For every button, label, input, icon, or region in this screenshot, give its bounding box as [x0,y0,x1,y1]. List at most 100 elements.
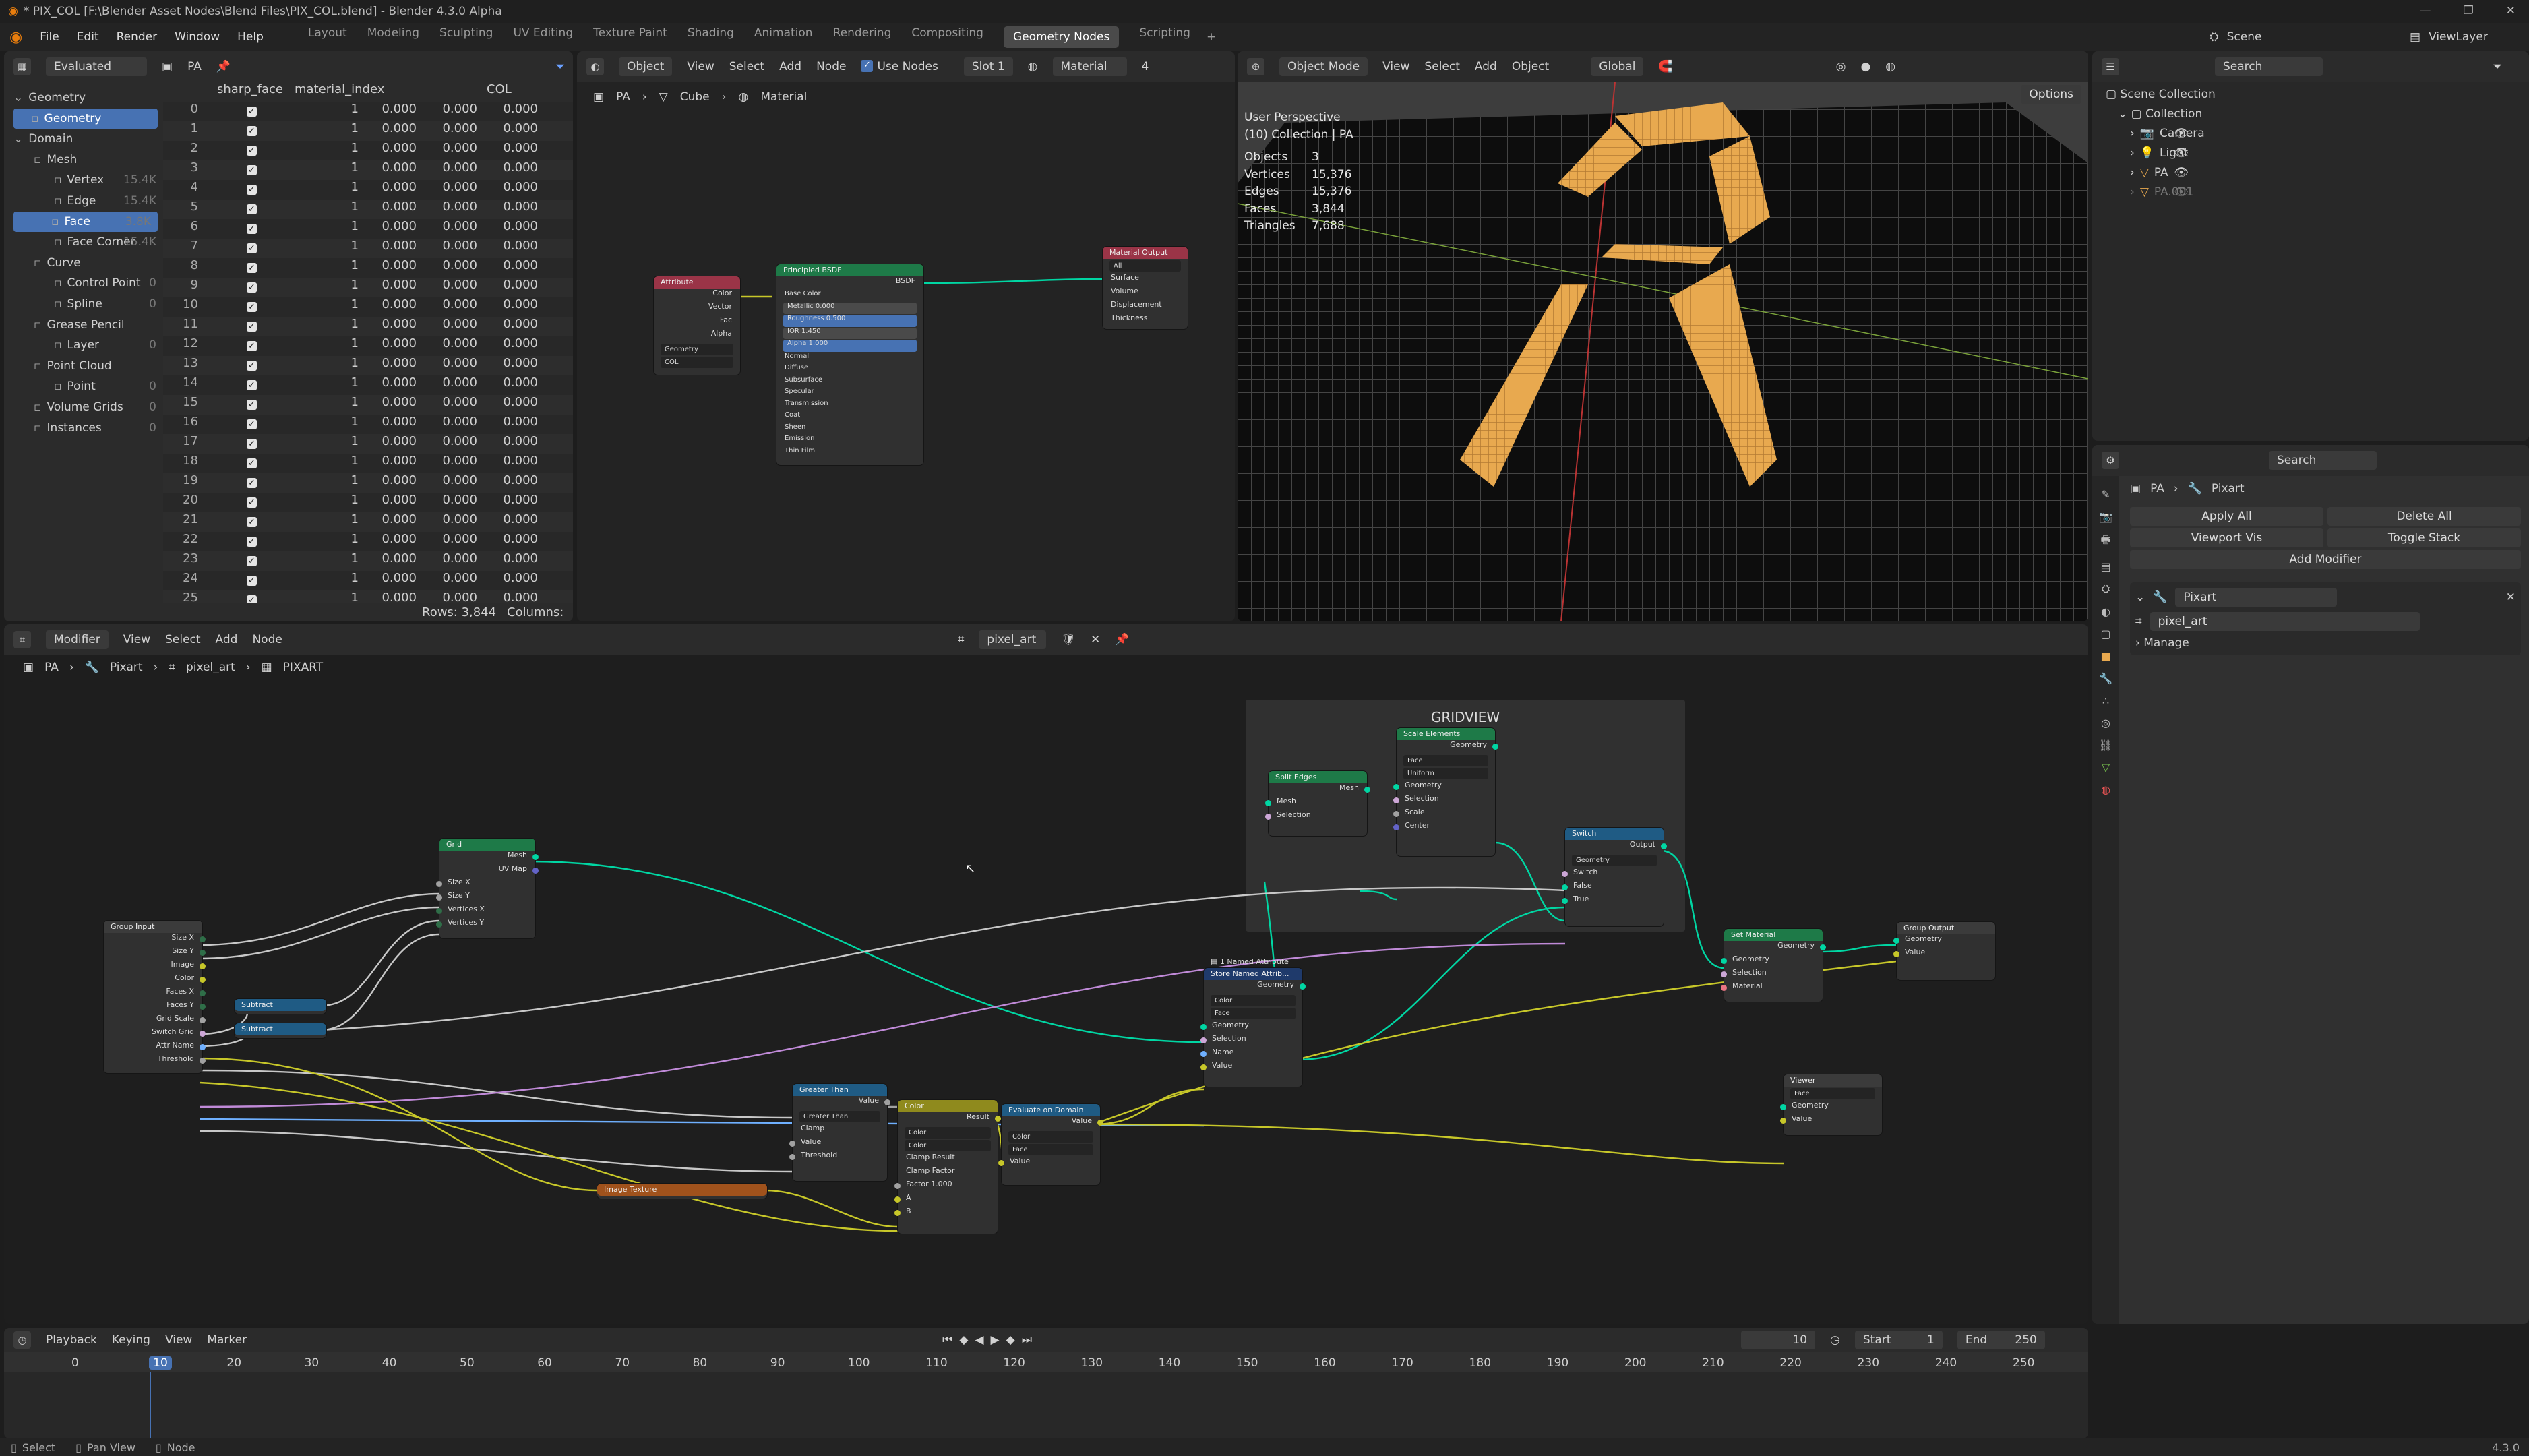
scene-tab-icon[interactable]: ⛭ [2102,582,2110,596]
bsdf-input[interactable]: Sheen [776,423,923,435]
socket-label[interactable]: Color [905,1127,991,1139]
socket-label[interactable]: Face [1211,1008,1296,1019]
socket-icon[interactable] [200,977,206,983]
table-row[interactable]: 22 ✓ 1 0.000 0.000 0.000 [163,532,573,551]
domain-tree-item[interactable]: ▫ Layer 0 [4,335,163,355]
filter-icon[interactable]: ⏷ [2493,60,2502,73]
socket-icon[interactable] [894,1210,901,1216]
delete-all-button[interactable]: Delete All [2327,507,2521,526]
options-button[interactable]: Options [2021,85,2081,104]
table-row[interactable]: 6 ✓ 1 0.000 0.000 0.000 [163,219,573,239]
bsdf-input[interactable]: Transmission [776,400,923,412]
bsdf-input[interactable]: Thin Film [776,447,923,459]
viewlayer-name[interactable]: ViewLayer [2429,30,2488,44]
material-output-node[interactable]: Material Output All Surface Volume Displ… [1103,247,1188,329]
outliner-item[interactable]: › 📷 Camera 👁 [2106,124,2216,144]
play-reverse-icon[interactable]: ◀ [975,1333,983,1347]
node-group-field[interactable]: pixel_art [2150,612,2420,631]
socket-icon[interactable] [894,1196,901,1203]
store-named-attribute-node[interactable]: Store Named Attrib... Geometry Color Face G… [1200,968,1306,1087]
domain-tree-item[interactable]: ⌄ Domain [4,129,163,149]
table-row[interactable]: 12 ✓ 1 0.000 0.000 0.000 [163,336,573,356]
geometry-node-editor[interactable]: ⌗ Modifier View Select Add Node ⌗ pixel_… [4,624,2088,1324]
collection-tab-icon[interactable]: ▢ [2100,628,2110,640]
manage-panel[interactable]: › Manage [2135,636,2516,650]
group-input-node[interactable]: Group Input Size X Size Y Image Color Faces … [104,921,206,1073]
socket-icon[interactable] [1265,800,1271,806]
workspace-tab[interactable]: Rendering [833,26,892,48]
tool-tab-icon[interactable]: ✎ [2101,488,2110,501]
menu-keying[interactable]: Keying [112,1333,150,1347]
viewport-vis-button[interactable]: Viewport Vis [2130,528,2323,547]
view-layer-tab-icon[interactable]: ▤ [2100,560,2110,573]
socket-icon[interactable] [200,1058,206,1064]
domain-tree-item[interactable]: ▫ Vertex 15.4K [4,170,163,190]
shading-solid-icon[interactable]: ● [1860,60,1870,73]
table-row[interactable]: 19 ✓ 1 0.000 0.000 0.000 [163,473,573,493]
pin-icon[interactable]: 📌 [216,60,231,73]
socket-icon[interactable] [1721,958,1727,964]
scene-collection-row[interactable]: ▢ Scene Collection [2106,85,2216,104]
socket-icon[interactable] [200,1044,206,1050]
socket-icon[interactable] [1393,797,1399,803]
socket-icon[interactable] [200,1004,206,1010]
bsdf-input[interactable]: Emission [776,435,923,447]
frame-ruler[interactable]: 0 10 20 30 40 50 60 70 80 90 100 110 120 130 140 150 160… [4,1352,2088,1372]
workspace-tab[interactable]: Scripting [1139,26,1190,48]
current-frame-field[interactable]: 10 [1741,1331,1816,1349]
socket-icon[interactable] [1780,1118,1786,1124]
menu-playback[interactable]: Playback [46,1333,97,1347]
socket-label[interactable]: Geometry [1572,855,1657,866]
domain-tree-item[interactable]: ▫ Geometry [13,108,158,129]
playhead[interactable] [150,1372,151,1438]
3d-viewport[interactable]: ⊕ Object Mode View Select Add Object Glo… [1238,51,2088,621]
maximize-icon[interactable]: ❐ [2464,4,2474,18]
bsdf-input[interactable]: Coat [776,411,923,423]
bsdf-input[interactable]: Base Color [776,290,923,302]
table-row[interactable]: 3 ✓ 1 0.000 0.000 0.000 [163,160,573,180]
table-row[interactable]: 13 ✓ 1 0.000 0.000 0.000 [163,356,573,375]
socket-icon[interactable] [1661,843,1667,849]
blender-menu-icon[interactable]: ◉ [9,29,22,46]
socket-icon[interactable] [1393,824,1399,830]
expand-icon[interactable]: › [2130,183,2135,202]
scene-name[interactable]: Scene [2227,30,2262,44]
socket-icon[interactable] [1562,871,1568,877]
toggle-stack-button[interactable]: Toggle Stack [2327,528,2521,547]
socket-icon[interactable] [1097,1120,1103,1126]
socket-icon[interactable] [1364,787,1370,793]
socket-icon[interactable] [1200,1024,1207,1030]
socket-icon[interactable] [1721,985,1727,991]
socket-icon[interactable] [1300,983,1306,990]
domain-tree-item[interactable]: ▫ Edge 15.4K [4,191,163,211]
modifier-name-field[interactable]: Pixart [2175,588,2338,607]
domain-tree-item[interactable]: ▫ Grease Pencil [4,315,163,335]
editor-type-icon[interactable]: ⚙ [2102,452,2119,469]
socket-icon[interactable] [884,1099,890,1105]
socket-label[interactable]: Color [905,1140,991,1151]
snap-icon[interactable]: 🧲 [1658,60,1672,73]
workspace-tab[interactable]: Animation [754,26,813,48]
socket-icon[interactable] [436,908,442,914]
menu-window[interactable]: Window [175,30,220,44]
editor-type-icon[interactable]: ▦ [13,58,31,75]
socket-icon[interactable] [200,936,206,942]
socket-icon[interactable] [1492,744,1498,750]
socket-icon[interactable] [1562,898,1568,904]
socket-icon[interactable] [894,1183,901,1189]
menu-render[interactable]: Render [117,30,158,44]
editor-type-icon[interactable]: ◷ [13,1331,31,1349]
bsdf-input[interactable]: Diffuse [776,364,923,376]
table-row[interactable]: 9 ✓ 1 0.000 0.000 0.000 [163,278,573,297]
menu-help[interactable]: Help [237,30,264,44]
socket-icon[interactable] [1721,971,1727,977]
domain-tree-item[interactable]: ⌄ Geometry [4,88,163,108]
constraints-tab-icon[interactable]: ⛓ [2099,739,2112,752]
subtract-node[interactable]: Subtract [235,999,326,1014]
socket-icon[interactable] [200,990,206,996]
filter-icon[interactable]: ⏷ [555,60,565,73]
expand-icon[interactable]: › [2130,144,2135,163]
domain-tree-item[interactable]: ▫ Spline 0 [4,294,163,314]
editor-type-icon[interactable]: ⊕ [1247,58,1264,75]
bsdf-input[interactable]: IOR 1.450 [783,327,917,339]
